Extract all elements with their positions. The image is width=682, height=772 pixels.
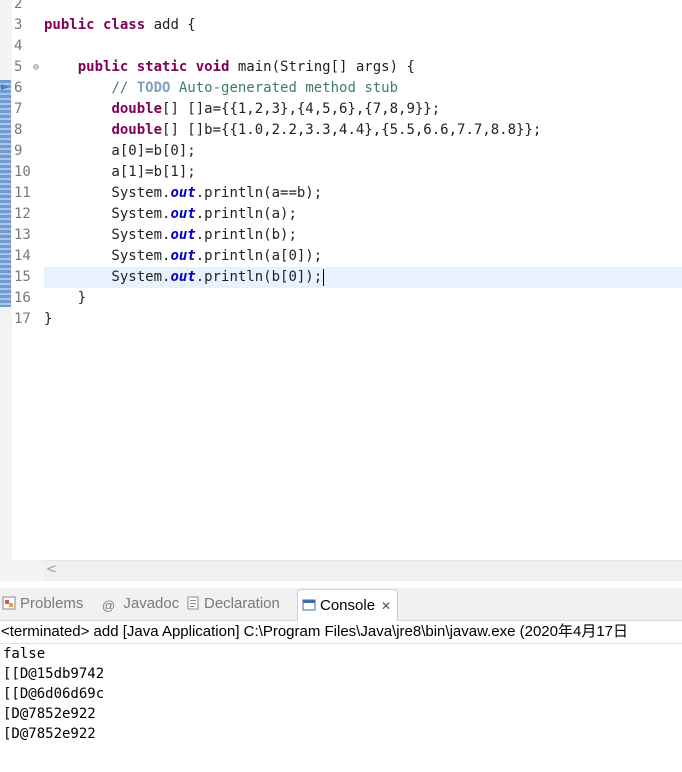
code-line[interactable]: } (44, 288, 682, 309)
javadoc-icon: @ (102, 598, 116, 613)
console-output-line: [[D@15db9742 (3, 666, 105, 682)
collapse-icon[interactable]: ⊖ (33, 57, 39, 78)
code-token: a[1]=b[1]; (44, 164, 196, 180)
code-token: double (111, 101, 163, 117)
code-line[interactable]: a[0]=b[0]; (44, 141, 682, 162)
declaration-icon (187, 596, 199, 610)
code-token: System. (44, 227, 171, 243)
console-header: <terminated> add [Java Application] C:\P… (0, 621, 682, 644)
code-token: System. (44, 185, 171, 201)
quick-diff-change-bar (0, 80, 11, 307)
problems-icon (2, 596, 16, 610)
line-number: 15 (14, 269, 31, 285)
code-token: add { (145, 17, 196, 33)
line-number: 7 (14, 101, 23, 117)
console-icon (302, 599, 316, 611)
code-line[interactable] (44, 36, 682, 57)
code-token: out (170, 185, 196, 201)
code-line[interactable]: public static void main(String[] args) { (44, 57, 682, 78)
code-token: .println(a); (195, 206, 297, 222)
console-view[interactable]: <terminated> add [Java Application] C:\P… (0, 621, 682, 772)
tab-problems-label: Problems (20, 595, 84, 612)
code-token: Auto-generated method stub (170, 80, 399, 96)
line-number: 2 (14, 0, 23, 12)
tab-console-label: Console (320, 597, 376, 614)
line-number: 10 (14, 164, 31, 180)
line-number: 12 (14, 206, 31, 222)
code-token: .println(a[0]); (195, 248, 323, 264)
code-line[interactable]: a[1]=b[1]; (44, 162, 682, 183)
code-line[interactable]: } (44, 309, 682, 330)
code-area[interactable]: public class add { public static void ma… (44, 0, 682, 330)
line-number: 9 (14, 143, 23, 159)
code-line[interactable]: System.out.println(a[0]); (44, 246, 682, 267)
line-number: 14 (14, 248, 31, 264)
code-token: System. (44, 269, 171, 285)
code-line[interactable]: System.out.println(a==b); (44, 183, 682, 204)
text-caret (323, 268, 325, 286)
console-output-line: [D@7852e922 (3, 706, 96, 722)
tab-declaration-label: Declaration (204, 595, 280, 612)
tab-javadoc-label: Javadoc (123, 595, 180, 612)
line-number: 4 (14, 38, 23, 54)
code-token: System. (44, 248, 171, 264)
code-token: .println(b); (195, 227, 297, 243)
tab-problems[interactable]: Problems (2, 588, 83, 620)
line-number: 8 (14, 122, 23, 138)
code-token: public class (44, 17, 146, 33)
bottom-panel-tabbar: Problems @ Javadoc Declaration Console ✕ (0, 588, 682, 621)
console-output-line: [D@7852e922 (3, 726, 96, 742)
tab-javadoc[interactable]: @ Javadoc (102, 588, 179, 620)
line-number: 3 (14, 17, 23, 33)
line-number: 16 (14, 290, 31, 306)
editor-horizontal-scrollbar[interactable]: < (44, 560, 682, 581)
current-code-line[interactable]: System.out.println(b[0]); (44, 267, 682, 288)
code-token: } (44, 311, 53, 327)
code-token: out (170, 206, 196, 222)
close-icon[interactable]: ✕ (381, 599, 391, 613)
code-line[interactable]: public class add { (44, 15, 682, 36)
code-token: a[0]=b[0]; (44, 143, 196, 159)
overview-ruler (0, 0, 12, 560)
code-token: TODO (136, 80, 171, 96)
code-token: main(String[] args) { (229, 59, 415, 75)
code-token: System. (44, 206, 171, 222)
code-token: .println(b[0]); (195, 269, 323, 285)
code-line[interactable]: System.out.println(a); (44, 204, 682, 225)
line-number-gutter: 2 3 4 5 ⊖ 6 7 8 9 10 11 12 13 14 15 16 17 (12, 0, 42, 330)
code-line[interactable] (44, 0, 682, 15)
quick-fix-marker-icon (1, 84, 9, 90)
console-output[interactable]: false [[D@15db9742 [[D@6d06d69c [D@7852e922… (0, 644, 682, 744)
code-token: // (111, 80, 137, 96)
line-number: 11 (14, 185, 31, 201)
code-line[interactable]: double[] []a={{1,2,3},{4,5,6},{7,8,9}}; (44, 99, 682, 120)
code-token: double (111, 122, 163, 138)
code-token: out (170, 248, 196, 264)
code-token: out (170, 269, 196, 285)
code-token: [] []a={{1,2,3},{4,5,6},{7,8,9}}; (162, 101, 441, 117)
code-token: [] []b={{1.0,2.2,3.3,4.4},{5.5,6.6,7.7,8… (162, 122, 542, 138)
code-line[interactable]: double[] []b={{1.0,2.2,3.3,4.4},{5.5,6.6… (44, 120, 682, 141)
line-number: 5 ⊖ (12, 57, 42, 78)
code-token: public static void (77, 59, 230, 75)
tab-declaration[interactable]: Declaration (186, 588, 280, 620)
code-editor[interactable]: 2 3 4 5 ⊖ 6 7 8 9 10 11 12 13 14 15 16 17 public class a… (0, 0, 682, 582)
code-line[interactable]: System.out.println(b); (44, 225, 682, 246)
line-number: 6 (14, 80, 23, 96)
line-number: 13 (14, 227, 31, 243)
scroll-left-icon[interactable]: < (46, 562, 57, 577)
line-number: 17 (14, 311, 31, 327)
code-line[interactable]: // TODO Auto-generated method stub (44, 78, 682, 99)
code-token: out (170, 227, 196, 243)
console-output-line: [[D@6d06d69c (3, 686, 105, 702)
tab-console[interactable]: Console ✕ (297, 589, 399, 621)
console-output-line: false (3, 646, 46, 662)
code-token: } (44, 290, 87, 306)
scroll-corner (0, 560, 44, 581)
code-token: .println(a==b); (195, 185, 323, 201)
